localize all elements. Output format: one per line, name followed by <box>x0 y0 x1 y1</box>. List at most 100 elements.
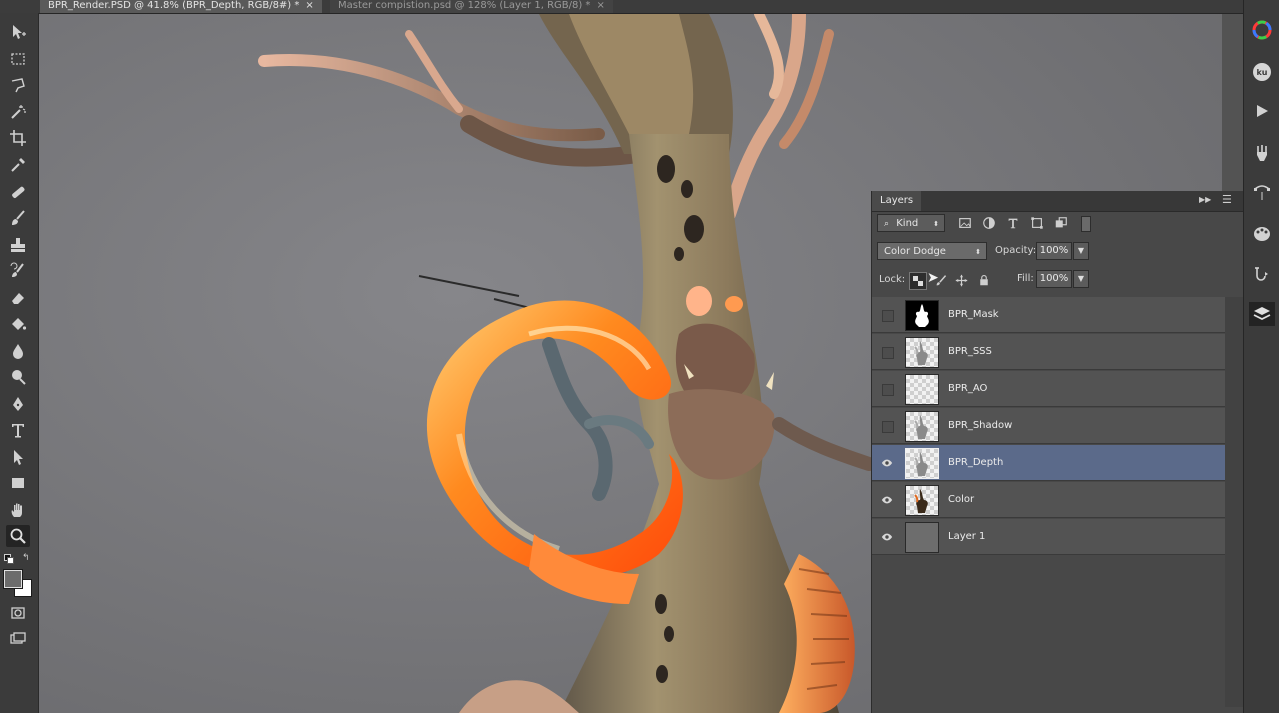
filter-kind-label: Kind <box>896 218 919 229</box>
layer-row[interactable]: BPR_Mask <box>872 297 1225 333</box>
layers-scrollbar[interactable] <box>1225 297 1243 707</box>
visibility-toggle[interactable] <box>882 384 894 396</box>
kuler-icon[interactable]: ku <box>1249 60 1275 84</box>
smart-object-filter-icon[interactable] <box>1053 215 1069 231</box>
history-brush-icon[interactable] <box>6 260 30 282</box>
magic-wand-icon[interactable] <box>6 101 30 123</box>
swatches-icon[interactable] <box>1249 222 1275 246</box>
eye-icon[interactable] <box>880 456 894 470</box>
chevron-updown-icon: ⬍ <box>975 248 981 256</box>
paths-icon[interactable] <box>1249 181 1275 205</box>
healing-brush-icon[interactable] <box>6 181 30 203</box>
visibility-toggle[interactable] <box>882 421 894 433</box>
document-tab-bar: BPR_Render.PSD @ 41.8% (BPR_Depth, RGB/8… <box>0 0 1243 14</box>
close-icon[interactable]: × <box>596 0 604 11</box>
adjustment-filter-icon[interactable] <box>981 215 997 231</box>
type-filter-icon[interactable] <box>1005 215 1021 231</box>
layers-icon[interactable] <box>1249 302 1275 326</box>
marquee-icon[interactable] <box>6 48 30 70</box>
tab-label: Master compistion.psd @ 128% (Layer 1, R… <box>338 0 591 11</box>
visibility-toggle[interactable] <box>882 347 894 359</box>
filter-kind-select[interactable]: ⌕ Kind ⬍ <box>877 214 945 232</box>
lock-label: Lock: <box>879 274 906 285</box>
layer-name[interactable]: Layer 1 <box>948 519 985 555</box>
panel-menu-icon[interactable]: ☰ <box>1222 193 1232 206</box>
layer-row[interactable]: Layer 1 <box>872 519 1225 555</box>
layer-row[interactable]: BPR_SSS <box>872 334 1225 370</box>
clone-stamp-icon[interactable] <box>6 234 30 256</box>
type-icon[interactable] <box>6 419 30 441</box>
rectangle-icon[interactable] <box>6 472 30 494</box>
eyedropper-icon[interactable] <box>6 154 30 176</box>
layer-row[interactable]: BPR_Depth <box>872 445 1225 481</box>
history-icon[interactable] <box>1249 262 1275 286</box>
filter-toggle[interactable] <box>1081 216 1091 232</box>
panel-dock: ku <box>1243 0 1279 713</box>
path-select-icon[interactable] <box>6 446 30 468</box>
layer-name[interactable]: BPR_Mask <box>948 297 999 333</box>
hand-icon[interactable] <box>6 499 30 521</box>
layer-name[interactable]: BPR_AO <box>948 371 987 407</box>
swap-colors-icon[interactable]: ↰ <box>22 553 30 563</box>
paint-bucket-icon[interactable] <box>6 313 30 335</box>
lock-transparent-icon[interactable] <box>909 272 927 290</box>
eye-icon[interactable] <box>880 530 894 544</box>
mouse-cursor-icon: ➤ <box>927 270 939 286</box>
kuler-text: ku <box>1253 63 1271 81</box>
layer-thumbnail <box>905 448 939 479</box>
layers-panel-header: Layers ▶▶ ☰ <box>872 191 1243 212</box>
brush-icon[interactable] <box>6 207 30 229</box>
color-wheel-icon[interactable] <box>1249 18 1275 42</box>
layer-name[interactable]: Color <box>948 482 974 518</box>
lock-position-icon[interactable] <box>953 272 969 288</box>
default-colors-icon[interactable] <box>4 554 14 564</box>
layer-row[interactable]: BPR_Shadow <box>872 408 1225 444</box>
opacity-label: Opacity: <box>995 245 1037 256</box>
eye-icon[interactable] <box>880 493 894 507</box>
layer-row[interactable]: Color <box>872 482 1225 518</box>
blend-mode-value: Color Dodge <box>884 246 946 257</box>
lock-all-icon[interactable] <box>976 272 992 288</box>
zoom-icon[interactable] <box>6 525 30 547</box>
layer-thumbnail <box>905 300 939 331</box>
crop-icon[interactable] <box>6 127 30 149</box>
tools-panel: ↰ <box>0 13 39 713</box>
pixel-layer-filter-icon[interactable] <box>957 215 973 231</box>
layer-thumbnail <box>905 337 939 368</box>
layers-panel-tab[interactable]: Layers <box>872 191 922 211</box>
opacity-input[interactable]: 100% <box>1036 242 1072 260</box>
layer-row[interactable]: BPR_AO <box>872 371 1225 407</box>
visibility-toggle[interactable] <box>882 310 894 322</box>
layer-thumbnail <box>905 485 939 516</box>
layer-thumbnail <box>905 374 939 405</box>
shape-filter-icon[interactable] <box>1029 215 1045 231</box>
layer-thumbnail <box>905 411 939 442</box>
layer-name[interactable]: BPR_SSS <box>948 334 992 370</box>
eraser-icon[interactable] <box>6 287 30 309</box>
close-icon[interactable]: × <box>305 0 313 11</box>
blend-mode-select[interactable]: Color Dodge ⬍ <box>877 242 987 260</box>
layer-list: BPR_Mask BPR_SSS BPR_AO BPR_Shadow BPR_Depth… <box>872 297 1225 707</box>
collapse-panel-icon[interactable]: ▶▶ <box>1199 195 1211 204</box>
pen-icon[interactable] <box>6 393 30 415</box>
chevron-updown-icon: ⬍ <box>933 220 939 228</box>
brush-presets-icon[interactable] <box>1249 141 1275 165</box>
screen-mode-icon[interactable] <box>6 628 30 650</box>
fill-dropdown-icon[interactable]: ▼ <box>1073 270 1089 288</box>
layer-name[interactable]: BPR_Depth <box>948 445 1003 481</box>
move-icon[interactable] <box>6 21 30 43</box>
search-icon: ⌕ <box>884 219 890 229</box>
opacity-dropdown-icon[interactable]: ▼ <box>1073 242 1089 260</box>
dodge-icon[interactable] <box>6 366 30 388</box>
lasso-icon[interactable] <box>6 74 30 96</box>
play-actions-icon[interactable] <box>1249 99 1275 123</box>
document-tab-bpr-render[interactable]: BPR_Render.PSD @ 41.8% (BPR_Depth, RGB/8… <box>40 0 322 13</box>
fill-input[interactable]: 100% <box>1036 270 1072 288</box>
fill-label: Fill: <box>1017 273 1034 284</box>
blur-icon[interactable] <box>6 340 30 362</box>
document-tab-master-composition[interactable]: Master compistion.psd @ 128% (Layer 1, R… <box>330 0 613 13</box>
foreground-color-swatch[interactable] <box>3 569 23 589</box>
quick-mask-icon[interactable] <box>6 602 30 624</box>
layer-name[interactable]: BPR_Shadow <box>948 408 1012 444</box>
layers-panel: Layers ▶▶ ☰ ⌕ Kind ⬍ Color Dodge ⬍ Opaci… <box>871 191 1243 713</box>
